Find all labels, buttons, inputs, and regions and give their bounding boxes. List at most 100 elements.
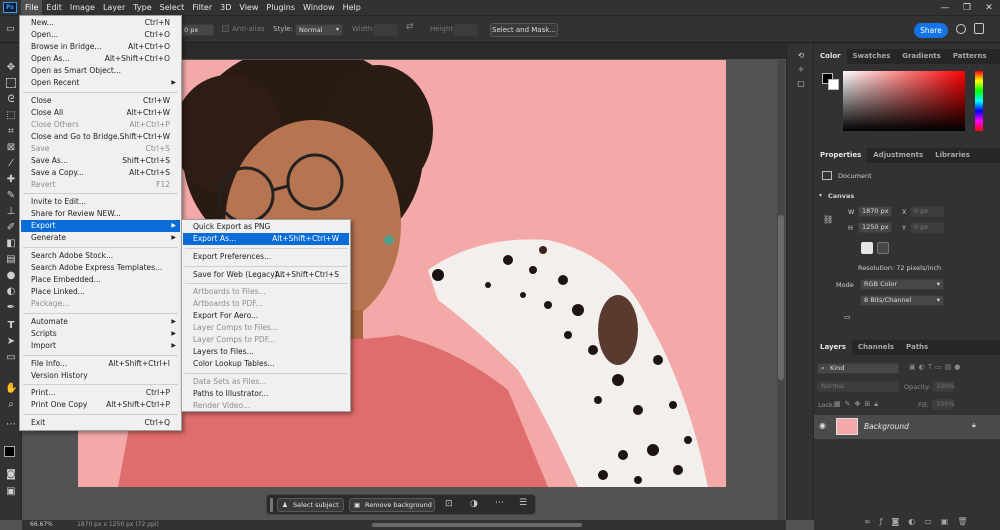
gradient-tool-icon[interactable]: ▤ (5, 254, 17, 266)
fill-input[interactable]: 100% (932, 399, 955, 410)
anti-alias-checkbox[interactable] (222, 25, 229, 32)
menu-item-exit[interactable]: Exit Ctrl+Q (21, 417, 180, 429)
eraser-tool-icon[interactable]: ◧ (5, 238, 17, 250)
menu-item-color-lookup-tables[interactable]: Color Lookup Tables... (183, 358, 349, 370)
menu-edit[interactable]: Edit (42, 0, 66, 15)
menu-item-save-for-web-legacy[interactable]: Save for Web (Legacy)... Alt+Shift+Ctrl+S (183, 269, 349, 281)
menu-window[interactable]: Window (299, 0, 339, 15)
menu-item-version-history[interactable]: Version History (21, 370, 180, 382)
quick-mask-icon[interactable]: ◙ (5, 469, 17, 481)
color-background-swatch[interactable] (828, 79, 839, 90)
menu-item-automate[interactable]: Automate ▶ (21, 316, 180, 328)
brush-tool-icon[interactable]: ✎ (5, 190, 17, 202)
portrait-orientation-icon[interactable] (861, 242, 873, 254)
more-tools-icon[interactable]: ⋯ (5, 419, 17, 431)
color-field[interactable] (843, 71, 965, 131)
restore-icon[interactable]: ❐ (956, 3, 978, 13)
tab-libraries[interactable]: Libraries (929, 148, 976, 163)
settings-sliders-icon[interactable]: ☰ (519, 498, 527, 508)
tab-color[interactable]: Color (814, 49, 847, 64)
link-icon[interactable]: ⛓ (823, 215, 833, 224)
menu-item-generate[interactable]: Generate ▶ (21, 232, 180, 244)
mask-icon[interactable]: ⊡ (445, 499, 453, 509)
menu-item-close-all[interactable]: Close All Alt+Ctrl+W (21, 107, 180, 119)
tab-channels[interactable]: Channels (852, 340, 900, 355)
canvas-y-input[interactable]: 0 px (910, 222, 944, 233)
menu-select[interactable]: Select (156, 0, 189, 15)
menu-item-open-as[interactable]: Open As... Alt+Shift+Ctrl+O (21, 53, 180, 65)
object-select-tool-icon[interactable]: ⬚ (5, 110, 17, 122)
select-subject-button[interactable]: ♟ Select subject (277, 498, 344, 512)
search-icon[interactable] (956, 24, 966, 34)
menu-item-file-info[interactable]: File Info... Alt+Shift+Ctrl+I (21, 358, 180, 370)
zoom-tool-icon[interactable]: ⌕ (5, 399, 17, 411)
menu-item-print-one-copy[interactable]: Print One Copy Alt+Shift+Ctrl+P (21, 399, 180, 411)
menu-item-new[interactable]: New... Ctrl+N (21, 17, 180, 29)
menu-item-close[interactable]: Close Ctrl+W (21, 95, 180, 107)
foreground-color-swatch[interactable] (4, 446, 15, 457)
height-input[interactable] (454, 24, 478, 36)
marquee-tool-icon[interactable] (6, 78, 16, 88)
canvas-x-input[interactable]: 0 px (910, 206, 944, 217)
workspace-icon[interactable] (974, 23, 984, 34)
width-input[interactable] (374, 24, 398, 36)
layer-filter-kind[interactable]: ⌕ Kind (817, 363, 899, 374)
select-and-mask-button[interactable]: Select and Mask... (490, 23, 558, 37)
feather-input[interactable]: 0 px (180, 24, 214, 36)
tab-patterns[interactable]: Patterns (947, 49, 993, 64)
tab-paths[interactable]: Paths (900, 340, 934, 355)
minimize-icon[interactable]: — (934, 3, 956, 13)
horizontal-scrollbar-thumb[interactable] (372, 523, 582, 527)
tab-properties[interactable]: Properties (814, 148, 868, 163)
screen-mode-icon[interactable]: ▣ (5, 486, 17, 498)
menu-item-quick-export-as-png[interactable]: Quick Export as PNG (183, 221, 349, 233)
bit-depth-select[interactable]: 8 Bits/Channel ▾ (860, 295, 944, 306)
tab-adjustments[interactable]: Adjustments (867, 148, 929, 163)
blur-tool-icon[interactable]: ● (5, 270, 17, 282)
eyedropper-tool-icon[interactable]: ⁄ (5, 158, 17, 170)
menu-item-search-adobe-stock[interactable]: Search Adobe Stock... (21, 250, 180, 262)
crop-tool-icon[interactable]: ⌗ (5, 126, 17, 138)
layer-actions-icons[interactable]: ∞ƒ◙◐▭▣🗑︎ (864, 517, 977, 526)
blend-mode-select[interactable]: Normal (817, 381, 899, 392)
swap-icon[interactable]: ⇄ (406, 22, 414, 32)
lock-options-icons[interactable]: ▦✎✥⊞🔒︎ (834, 400, 882, 409)
menu-item-open[interactable]: Open... Ctrl+O (21, 29, 180, 41)
layer-filter-icons[interactable]: ▣◐T▭▤● (909, 363, 963, 371)
menu-item-import[interactable]: Import ▶ (21, 340, 180, 352)
menu-item-browse-in-bridge[interactable]: Browse in Bridge... Alt+Ctrl+O (21, 41, 180, 53)
menu-item-place-linked[interactable]: Place Linked... (21, 286, 180, 298)
menu-type[interactable]: Type (129, 0, 155, 15)
history-icon[interactable]: ⟲ (795, 51, 807, 61)
menu-image[interactable]: Image (66, 0, 99, 15)
path-select-icon[interactable]: ➤ (5, 336, 17, 348)
menu-item-scripts[interactable]: Scripts ▶ (21, 328, 180, 340)
frame-tool-icon[interactable]: ⊠ (5, 142, 17, 154)
style-select[interactable]: Normal ▾ (295, 24, 343, 36)
menu-item-save-as[interactable]: Save As... Shift+Ctrl+S (21, 155, 180, 167)
canvas-width-input[interactable]: 1870 px (858, 206, 892, 217)
menu-item-open-as-smart-object[interactable]: Open as Smart Object... (21, 65, 180, 77)
fill-icon[interactable]: ▭ (844, 313, 851, 321)
sparkle-icon[interactable]: ✧ (795, 65, 807, 75)
opacity-input[interactable]: 100% (932, 381, 955, 392)
pen-tool-icon[interactable]: ✒ (5, 302, 17, 314)
menu-item-export-preferences[interactable]: Export Preferences... (183, 251, 349, 263)
menu-item-layers-to-files[interactable]: Layers to Files... (183, 346, 349, 358)
menu-item-export-as[interactable]: Export As... Alt+Shift+Ctrl+W (183, 233, 349, 245)
menu-view[interactable]: View (235, 0, 262, 15)
drag-handle[interactable] (270, 498, 273, 512)
menu-item-export-for-aero[interactable]: Export For Aero... (183, 310, 349, 322)
marquee-preset-icon[interactable]: ▭ (6, 24, 16, 34)
close-window-icon[interactable]: ✕ (978, 3, 1000, 13)
menu-plugins[interactable]: Plugins (262, 0, 299, 15)
menu-item-share-for-review-new[interactable]: Share for Review NEW... (21, 208, 180, 220)
menu-item-export[interactable]: Export ▶ (21, 220, 180, 232)
menu-file[interactable]: File (21, 0, 43, 15)
landscape-orientation-icon[interactable] (877, 242, 889, 254)
move-tool-icon[interactable]: ✥ (5, 62, 17, 74)
remove-background-button[interactable]: ▣ Remove background (349, 498, 435, 512)
scrollbar-thumb[interactable] (778, 215, 784, 380)
history-brush-icon[interactable]: ✐ (5, 222, 17, 234)
dodge-tool-icon[interactable]: ◐ (5, 286, 17, 298)
